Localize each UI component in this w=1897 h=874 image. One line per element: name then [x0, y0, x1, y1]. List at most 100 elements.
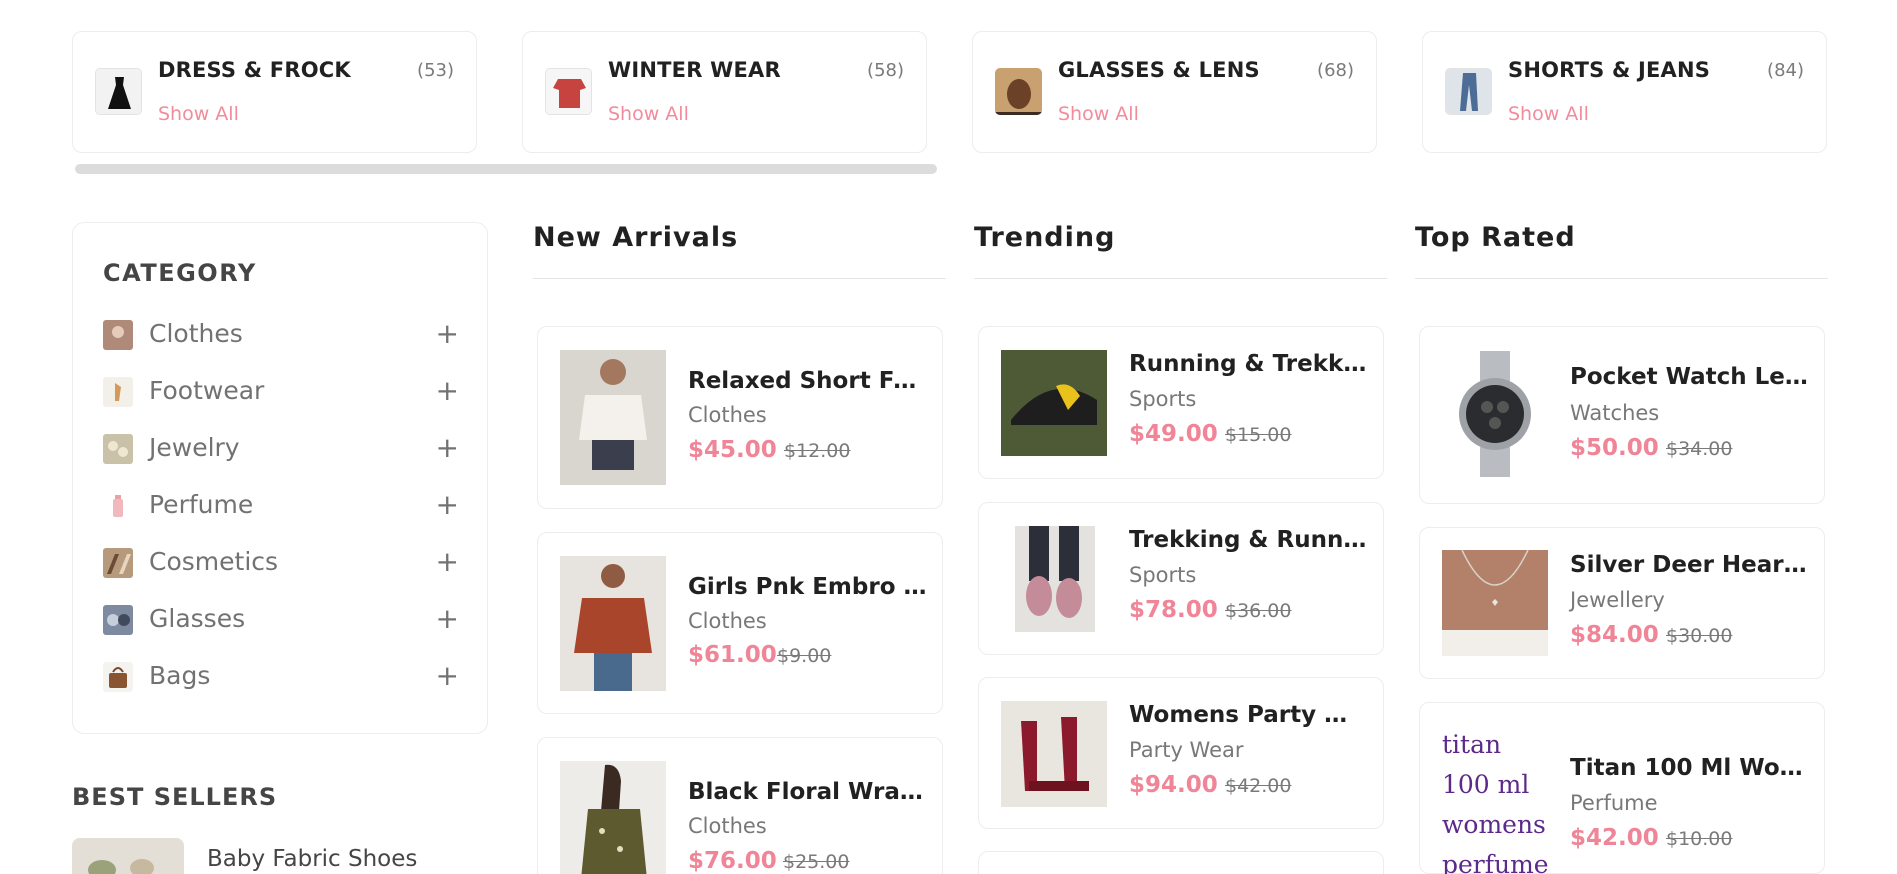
column-title: New Arrivals — [533, 222, 946, 279]
sidebar-title: CATEGORY — [103, 259, 257, 287]
product-image — [1001, 701, 1107, 807]
top-rated-column: Top Rated Pocket Watch Leather Pouch Wat… — [1415, 222, 1828, 874]
product-card[interactable]: Silver Deer Heart Necklace Jewellery $84… — [1419, 527, 1825, 679]
product-title: Running & Trekking Shoes - White — [1129, 351, 1369, 377]
product-category: Sports — [1129, 563, 1197, 587]
broken-image-alt-text: titan 100 ml womens perfume — [1442, 730, 1548, 874]
category-card-name: DRESS & FROCK — [158, 58, 351, 82]
category-card-name: WINTER WEAR — [608, 58, 781, 82]
product-price: $61.00 — [688, 642, 777, 668]
category-card-name: GLASSES & LENS — [1058, 58, 1260, 82]
perfume-icon — [103, 491, 133, 521]
product-image — [560, 556, 666, 691]
sidebar-item-cosmetics[interactable]: Cosmetics + — [103, 541, 459, 581]
expand-icon[interactable]: + — [436, 374, 459, 407]
product-old-price: $34.00 — [1666, 438, 1733, 460]
product-old-price: $36.00 — [1225, 600, 1292, 622]
product-image — [1015, 526, 1095, 632]
expand-icon[interactable]: + — [436, 317, 459, 350]
show-all-link[interactable]: Show All — [1508, 103, 1589, 125]
product-title: Girls Pnk Embro Design Top — [688, 574, 928, 600]
product-card[interactable]: Black Floral Wrap Midi Skirt Clothes $76… — [537, 737, 943, 874]
category-card-dress[interactable]: DRESS & FROCK (53) Show All — [72, 31, 477, 153]
product-card[interactable] — [978, 851, 1384, 874]
product-price: $94.00 — [1129, 772, 1218, 798]
sidebar-item-clothes[interactable]: Clothes + — [103, 313, 459, 353]
show-all-link[interactable]: Show All — [158, 103, 239, 125]
clothes-icon — [103, 320, 133, 350]
product-card[interactable]: titan 100 ml womens perfume Titan 100 Ml… — [1419, 702, 1825, 874]
column-title: Trending — [974, 222, 1387, 279]
category-cards-row: DRESS & FROCK (53) Show All WINTER WEAR … — [72, 31, 1827, 153]
category-card-count: (58) — [867, 60, 904, 81]
product-image — [1442, 550, 1548, 656]
glasses-icon — [103, 605, 133, 635]
expand-icon[interactable]: + — [436, 602, 459, 635]
cosmetics-icon — [103, 548, 133, 578]
sidebar-item-label: Jewelry — [149, 433, 240, 462]
sidebar-item-label: Perfume — [149, 490, 254, 519]
horizontal-scrollbar[interactable] — [75, 164, 937, 174]
product-price: $84.00 — [1570, 622, 1659, 648]
product-title: Pocket Watch Leather Pouch — [1570, 364, 1810, 390]
sidebar-item-label: Glasses — [149, 604, 246, 633]
category-card-shorts-jeans[interactable]: SHORTS & JEANS (84) Show All — [1422, 31, 1827, 153]
sidebar-item-label: Bags — [149, 661, 211, 690]
sidebar-item-perfume[interactable]: Perfume + — [103, 484, 459, 524]
sidebar-item-label: Cosmetics — [149, 547, 279, 576]
expand-icon[interactable]: + — [436, 659, 459, 692]
category-card-glasses[interactable]: GLASSES & LENS (68) Show All — [972, 31, 1377, 153]
product-category: Clothes — [688, 609, 767, 633]
sidebar-item-glasses[interactable]: Glasses + — [103, 598, 459, 638]
product-card[interactable]: Girls Pnk Embro Design Top Clothes $61.0… — [537, 532, 943, 714]
product-old-price: $12.00 — [784, 440, 851, 462]
footwear-icon — [103, 377, 133, 407]
product-price: $76.00 — [688, 848, 777, 874]
category-card-count: (53) — [417, 60, 454, 81]
product-title: Trekking & Running Shoes - black — [1129, 527, 1369, 553]
product-price: $50.00 — [1570, 435, 1659, 461]
category-sidebar: CATEGORY Clothes + Footwear + Jewelry + … — [72, 222, 488, 734]
expand-icon[interactable]: + — [436, 488, 459, 521]
product-title: Black Floral Wrap Midi Skirt — [688, 779, 928, 805]
best-seller-item[interactable]: Baby Fabric Shoes — [72, 838, 472, 874]
jeans-thumbnail — [1445, 68, 1492, 115]
sidebar-item-jewelry[interactable]: Jewelry + — [103, 427, 459, 467]
bag-icon — [103, 662, 133, 692]
show-all-link[interactable]: Show All — [608, 103, 689, 125]
portrait-thumbnail — [995, 68, 1042, 115]
product-card[interactable]: Relaxed Short Full Sleeve T-Shirt Clothe… — [537, 326, 943, 509]
product-old-price: $25.00 — [783, 851, 850, 873]
product-title: Womens Party Wear Shoes — [1129, 702, 1369, 728]
product-price: $45.00 — [688, 437, 777, 463]
product-title: Silver Deer Heart Necklace — [1570, 552, 1810, 578]
product-category: Jewellery — [1570, 588, 1665, 612]
product-card[interactable]: Running & Trekking Shoes - White Sports … — [978, 326, 1384, 479]
sidebar-item-bags[interactable]: Bags + — [103, 655, 459, 695]
category-card-count: (84) — [1767, 60, 1804, 81]
product-image — [560, 761, 666, 874]
broken-product-image: titan 100 ml womens perfume — [1442, 725, 1548, 874]
product-card[interactable]: Pocket Watch Leather Pouch Watches $50.0… — [1419, 326, 1825, 504]
dress-thumbnail — [95, 68, 142, 115]
product-category: Party Wear — [1129, 738, 1244, 762]
jewelry-icon — [103, 434, 133, 464]
expand-icon[interactable]: + — [436, 431, 459, 464]
product-price: $78.00 — [1129, 597, 1218, 623]
product-category: Clothes — [688, 403, 767, 427]
category-card-winter-wear[interactable]: WINTER WEAR (58) Show All — [522, 31, 927, 153]
product-card[interactable]: Trekking & Running Shoes - black Sports … — [978, 502, 1384, 655]
product-category: Watches — [1570, 401, 1660, 425]
best-seller-label: Baby Fabric Shoes — [207, 846, 418, 872]
show-all-link[interactable]: Show All — [1058, 103, 1139, 125]
product-old-price: $10.00 — [1666, 828, 1733, 850]
product-card[interactable]: Womens Party Wear Shoes Party Wear $94.0… — [978, 677, 1384, 829]
product-old-price: $15.00 — [1225, 424, 1292, 446]
product-old-price: $9.00 — [777, 645, 832, 667]
sidebar-item-label: Footwear — [149, 376, 265, 405]
product-price: $49.00 — [1129, 421, 1218, 447]
expand-icon[interactable]: + — [436, 545, 459, 578]
sidebar-item-footwear[interactable]: Footwear + — [103, 370, 459, 410]
sidebar-item-label: Clothes — [149, 319, 243, 348]
product-category: Perfume — [1570, 791, 1658, 815]
